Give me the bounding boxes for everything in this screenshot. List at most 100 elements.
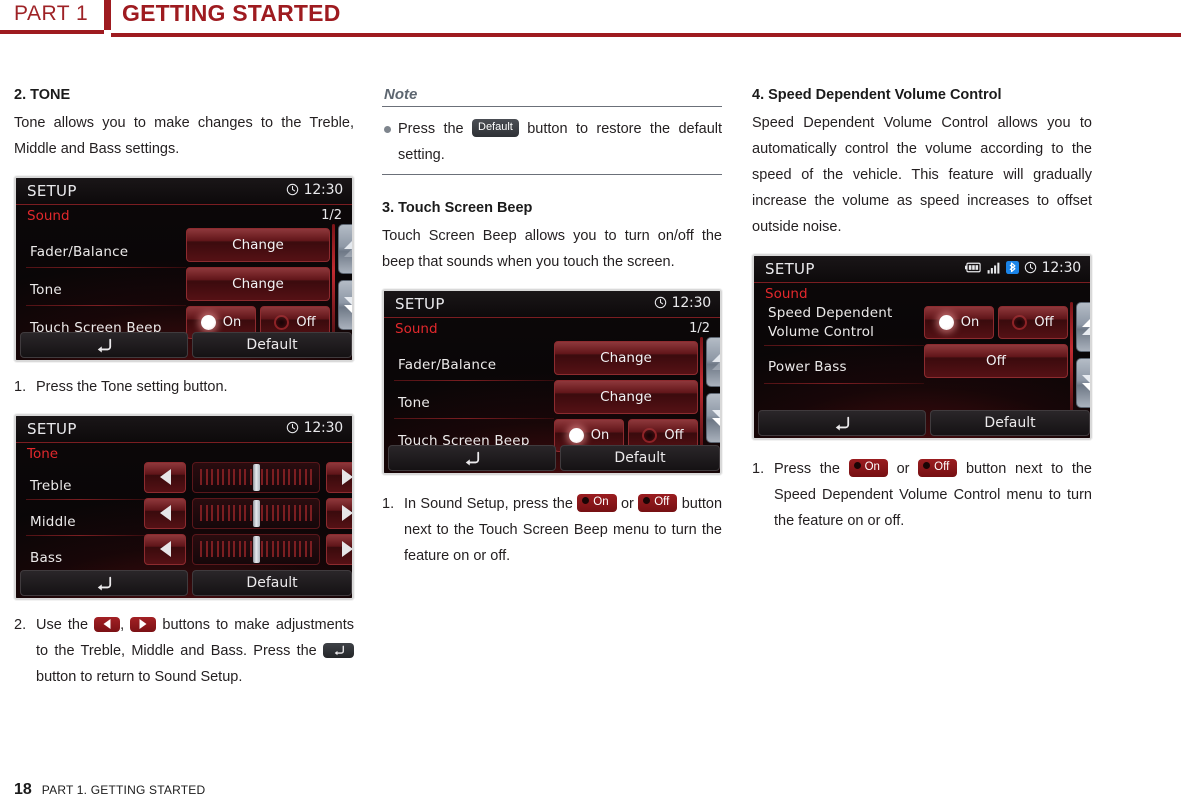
double-chevron-up-icon [344, 240, 352, 257]
bass-slider[interactable] [192, 533, 320, 565]
back-button[interactable] [388, 444, 556, 471]
off-label: Off [1034, 314, 1054, 330]
on-pill-inline[interactable]: On [848, 459, 888, 478]
treble-decrease-button[interactable] [144, 461, 186, 493]
left-triangle-icon [159, 469, 171, 486]
back-button[interactable] [20, 569, 188, 596]
page-number: 18 [14, 781, 32, 798]
scroll-up-button[interactable] [338, 223, 352, 274]
bass-increase-button[interactable] [326, 533, 352, 565]
section-title-sdvc: 4. Speed Dependent Volume Control [752, 87, 1002, 103]
middle-slider[interactable] [192, 497, 320, 529]
scroll-down-button[interactable] [1076, 357, 1090, 408]
off-pill-inline[interactable]: Off [918, 459, 958, 478]
step-text-part: or [616, 495, 639, 512]
middle-decrease-button[interactable] [144, 497, 186, 529]
scroll-down-button[interactable] [706, 392, 720, 443]
screen-page-indicator: 1/2 [689, 320, 710, 336]
screen-bottom-bar: Default [16, 567, 352, 598]
header-rule-right [111, 33, 1181, 37]
scrollbar-track[interactable] [1070, 301, 1073, 419]
back-button[interactable] [758, 409, 926, 436]
column-two: Note Press the Default button to restore… [382, 86, 722, 569]
step-text-part: button to return to Sound Setup. [36, 668, 243, 685]
off-pill-inline[interactable]: Off [638, 494, 678, 513]
screen-title: SETUP [395, 294, 445, 313]
right-arrow-button-inline[interactable] [130, 616, 157, 632]
default-button[interactable]: Default [192, 331, 352, 358]
treble-slider[interactable] [192, 461, 320, 493]
screen-clock: 12:30 [303, 181, 344, 198]
sdvc-on-button[interactable]: On [924, 305, 994, 339]
power-bass-toggle-button[interactable]: Off [924, 343, 1068, 378]
bass-decrease-button[interactable] [144, 533, 186, 565]
clock-icon [1024, 262, 1036, 274]
row-label-power-bass: Power Bass [768, 358, 847, 375]
led-dot-icon [853, 462, 861, 470]
note-text-part: Press the [398, 121, 472, 137]
led-indicator-off [642, 427, 658, 443]
on-pill-inline[interactable]: On [577, 494, 617, 513]
header-rule-left [0, 30, 104, 34]
row-divider [26, 304, 186, 306]
screen-tone[interactable]: SETUP 12:30 Tone Treble Middle Bass Defa… [14, 413, 354, 600]
led-indicator-off [1012, 314, 1028, 330]
default-button[interactable]: Default [560, 444, 720, 471]
back-button[interactable] [20, 331, 188, 358]
footer-text: PART 1. GETTING STARTED [41, 783, 206, 797]
off-pill-label: Off [654, 496, 670, 509]
scrollbar-track[interactable] [700, 336, 703, 454]
row-label-line-1: Speed Dependent [768, 304, 893, 321]
clock-icon [286, 422, 298, 434]
change-button-label: Change [232, 236, 284, 253]
row-label-middle: Middle [30, 513, 76, 530]
change-button-label: Change [232, 275, 284, 292]
screen-statusbar: 12:30 [964, 260, 1081, 276]
scroll-up-button[interactable] [1076, 301, 1090, 352]
middle-increase-button[interactable] [326, 497, 352, 529]
screen-sound-setup-1[interactable]: SETUP 12:30 Sound 1/2 Fader/Balance Chan… [14, 175, 354, 362]
double-chevron-down-icon [712, 409, 720, 426]
scrollbar-track[interactable] [332, 223, 335, 341]
change-button-fader-balance[interactable]: Change [186, 227, 330, 262]
default-pill-inline[interactable]: Default [472, 119, 519, 138]
scroll-down-button[interactable] [338, 279, 352, 330]
scroll-up-button[interactable] [706, 336, 720, 387]
slider-thumb[interactable] [253, 535, 260, 563]
double-chevron-down-icon [344, 296, 352, 313]
back-button-inline[interactable] [323, 642, 354, 658]
double-chevron-up-icon [1082, 318, 1090, 335]
screen-speed-dependent-volume-control[interactable]: SETUP 12:30 Sound Speed Dependent Volume… [752, 253, 1092, 440]
change-button-tone[interactable]: Change [554, 379, 698, 414]
led-indicator-on [938, 314, 954, 330]
screen-statusbar: 12:30 [286, 182, 343, 198]
default-button-label: Default [246, 336, 298, 353]
row-label-treble: Treble [30, 477, 72, 494]
screen-page-indicator: 1/2 [321, 207, 342, 223]
left-arrow-button-inline[interactable] [94, 616, 121, 632]
row-divider [26, 498, 146, 500]
change-button-fader-balance[interactable]: Change [554, 340, 698, 375]
on-pill-label: On [864, 461, 880, 474]
change-button-tone[interactable]: Change [186, 266, 330, 301]
default-button[interactable]: Default [930, 409, 1090, 436]
default-button-label: Default [246, 574, 298, 591]
slider-thumb[interactable] [253, 499, 260, 527]
clock-icon [286, 184, 298, 196]
treble-increase-button[interactable] [326, 461, 352, 493]
back-arrow-icon [97, 338, 112, 353]
clock-icon [654, 297, 666, 309]
screen-sound-setup-2[interactable]: SETUP 12:30 Sound 1/2 Fader/Balance Chan… [382, 288, 722, 475]
off-label: Off [664, 427, 684, 443]
note-text: Press the Default button to restore the … [398, 116, 722, 168]
row-divider [764, 382, 924, 384]
row-divider [764, 344, 924, 346]
default-button[interactable]: Default [192, 569, 352, 596]
note-title: Note [384, 86, 418, 103]
row-label-tone: Tone [30, 281, 62, 298]
sdvc-off-button[interactable]: Off [998, 305, 1068, 339]
led-indicator-on [568, 427, 584, 443]
slider-thumb[interactable] [253, 463, 260, 491]
on-pill-label: On [593, 496, 609, 509]
column-three: 4. Speed Dependent Volume Control Speed … [752, 86, 1092, 534]
